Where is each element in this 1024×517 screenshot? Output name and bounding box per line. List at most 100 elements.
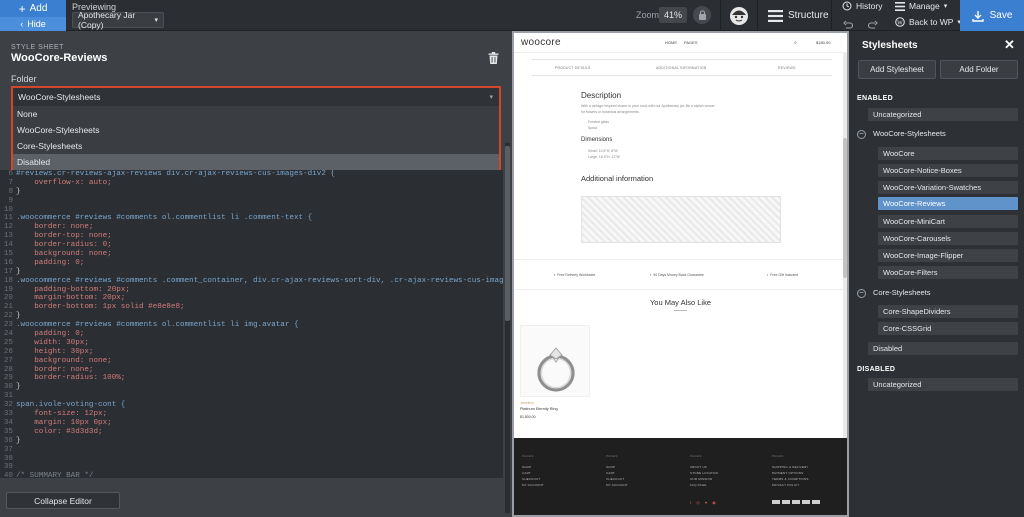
folder-option-core-stylesheets[interactable]: Core-Stylesheets bbox=[13, 138, 499, 154]
sidebar-item-woocore-reviews[interactable]: WooCore-Reviews bbox=[878, 197, 1018, 210]
code-text: background: none; bbox=[16, 250, 112, 259]
code-line: 36} bbox=[0, 437, 503, 446]
sidebar-item-core-shapedividers[interactable]: Core-ShapeDividers bbox=[878, 305, 1018, 318]
delete-stylesheet-button[interactable] bbox=[488, 51, 499, 69]
code-line: 18 .woocommerce #reviews #comments .comme… bbox=[0, 277, 503, 286]
responsive-preview-button[interactable] bbox=[720, 0, 758, 31]
sidebar-item-woocore-filters[interactable]: WooCore-Filters bbox=[878, 266, 1018, 279]
code-text: .woocommerce #reviews #comments .comment… bbox=[16, 276, 503, 285]
collapse-editor-button[interactable]: Collapse Editor bbox=[6, 492, 120, 509]
history-button[interactable]: History bbox=[842, 1, 882, 11]
preview-bullet: Frosted glass bbox=[588, 120, 610, 124]
preview-scrollbar-thumb[interactable] bbox=[843, 138, 847, 278]
code-text: /* SUMMARY BAR */ bbox=[16, 472, 94, 478]
chevron-down-icon: ▾ bbox=[489, 94, 493, 101]
code-line: 21 border-bottom: 1px solid #e8e8e8; bbox=[0, 303, 503, 312]
code-line: 26 height: 30px; bbox=[0, 348, 503, 357]
line-number: 28 bbox=[3, 365, 13, 374]
manage-button[interactable]: Manage ▾ bbox=[895, 1, 947, 11]
css-code-editor[interactable]: 6 #reviews.cr-reviews-ajax-reviews div.cr… bbox=[0, 170, 503, 478]
line-number: 23 bbox=[3, 321, 13, 330]
preview-footer-title: PAGES bbox=[690, 454, 702, 458]
undo-icon bbox=[843, 20, 854, 29]
code-line: 20 margin-bottom: 20px; bbox=[0, 294, 503, 303]
preview-footer-link: SHOP bbox=[522, 465, 532, 469]
sidebar-item-woocore-notice-boxes[interactable]: WooCore-Notice-Boxes bbox=[878, 164, 1018, 177]
top-toolbar: + Add ‹ Hide Previewing Apothecary Jar (… bbox=[0, 0, 1024, 31]
line-number: 12 bbox=[3, 223, 13, 232]
folder-option-woocore-stylesheets[interactable]: WooCore-Stylesheets bbox=[13, 122, 499, 138]
add-hide-group: + Add ‹ Hide bbox=[0, 0, 66, 31]
close-icon[interactable]: ✕ bbox=[1004, 37, 1015, 53]
line-number: 26 bbox=[3, 347, 13, 356]
code-text: padding-bottom: 20px; bbox=[16, 285, 130, 294]
add-button[interactable]: + Add bbox=[0, 0, 66, 17]
preview-footer-link: MY ACCOUNT bbox=[522, 483, 544, 487]
hide-label: Hide bbox=[27, 19, 46, 29]
sidebar-item-uncategorized-disabled[interactable]: Uncategorized bbox=[868, 378, 1018, 391]
line-number: 20 bbox=[3, 294, 13, 303]
preview-dimensions-title: Dimensions bbox=[581, 137, 613, 143]
sidebar-item-uncategorized[interactable]: Uncategorized bbox=[868, 108, 1018, 121]
folder-option-none[interactable]: None bbox=[13, 106, 499, 122]
line-number: 13 bbox=[3, 232, 13, 241]
sidebar-item-woocore-variation-swatches[interactable]: WooCore-Variation-Swatches bbox=[878, 181, 1018, 194]
line-number: 16 bbox=[3, 258, 13, 267]
code-text: border: none; bbox=[16, 223, 94, 232]
collapse-folder-icon[interactable]: − bbox=[857, 289, 866, 298]
lock-button[interactable] bbox=[693, 6, 711, 24]
preview-footer-link: PAYMENT OPTIONS bbox=[772, 471, 804, 475]
sidebar-item-woocore-minicart[interactable]: WooCore-MiniCart bbox=[878, 215, 1018, 228]
code-text: } bbox=[16, 187, 21, 196]
preview-feature-label: Free Gift Included bbox=[770, 273, 799, 277]
preview-footer-link: MY ACCOUNT bbox=[606, 483, 628, 487]
hide-button[interactable]: ‹ Hide bbox=[0, 17, 66, 31]
redo-icon bbox=[867, 20, 878, 29]
folder-option-disabled[interactable]: Disabled bbox=[13, 154, 499, 170]
preview-payment-icons bbox=[772, 500, 820, 504]
preview-divider bbox=[674, 310, 687, 311]
add-folder-button[interactable]: Add Folder bbox=[940, 60, 1018, 79]
sidebar-item-woocore-carousels[interactable]: WooCore-Carousels bbox=[878, 232, 1018, 245]
payment-card-icon bbox=[812, 500, 820, 504]
structure-icon bbox=[768, 9, 783, 22]
preview-footer-title: PAGES bbox=[606, 454, 618, 458]
preview-footer-link: ABOUT US bbox=[690, 465, 707, 469]
structure-button[interactable]: Structure bbox=[760, 0, 832, 31]
line-number: 24 bbox=[3, 330, 13, 339]
sidebar-folder-disabled[interactable]: Disabled bbox=[868, 342, 1018, 355]
folder-label: Folder bbox=[11, 74, 37, 84]
line-number: 15 bbox=[3, 250, 13, 259]
preview-tab-additional: ADDITIONAL INFORMATION bbox=[656, 66, 707, 70]
code-line: 37 bbox=[0, 446, 503, 455]
folder-select[interactable]: WooCore-Stylesheets ▾ bbox=[11, 86, 501, 106]
back-to-wp-button[interactable]: W Back to WP ▾ bbox=[895, 17, 961, 27]
preview-footer-link: STORE LOCATOR bbox=[690, 471, 718, 475]
plus-icon: + bbox=[18, 1, 26, 16]
add-stylesheet-button[interactable]: Add Stylesheet bbox=[858, 60, 936, 79]
editor-scrollbar-thumb[interactable] bbox=[505, 146, 510, 321]
sidebar-folder-core[interactable]: Core-Stylesheets bbox=[873, 288, 931, 297]
template-select[interactable]: Apothecary Jar (Copy) ▾ bbox=[72, 10, 164, 30]
collapse-folder-icon[interactable]: − bbox=[857, 130, 866, 139]
sidebar-folder-woocore[interactable]: WooCore-Stylesheets bbox=[873, 129, 946, 138]
folder-dropdown-list: None WooCore-Stylesheets Core-Stylesheet… bbox=[11, 106, 501, 170]
sidebar-item-woocore[interactable]: WooCore bbox=[878, 147, 1018, 160]
line-number: 8 bbox=[8, 187, 13, 196]
sidebar-item-core-cssgrid[interactable]: Core-CSSGrid bbox=[878, 322, 1018, 335]
page-preview[interactable]: woocore HOME PAGES ⌕ $180.00 PRODUCT DET… bbox=[514, 33, 847, 515]
zoom-label: Zoom bbox=[636, 10, 660, 20]
preview-footer-link: SHIPPING & DELIVERY bbox=[772, 465, 809, 469]
line-number: 37 bbox=[3, 445, 13, 454]
code-text: } bbox=[16, 436, 21, 445]
stylesheet-editor-panel: STYLE SHEET WooCore-Reviews Folder WooCo… bbox=[0, 31, 512, 517]
code-line: 14 border-radius: 0; bbox=[0, 241, 503, 250]
zoom-value[interactable]: 41% bbox=[659, 7, 687, 23]
sidebar-item-woocore-image-flipper[interactable]: WooCore-Image-Flipper bbox=[878, 249, 1018, 262]
preview-footer-link: CART bbox=[606, 471, 615, 475]
preview-footer-title: PAGES bbox=[522, 454, 534, 458]
line-number: 27 bbox=[3, 356, 13, 365]
preview-image-placeholder bbox=[581, 196, 781, 243]
code-line: 12 border: none; bbox=[0, 223, 503, 232]
save-button[interactable]: Save bbox=[960, 0, 1024, 31]
